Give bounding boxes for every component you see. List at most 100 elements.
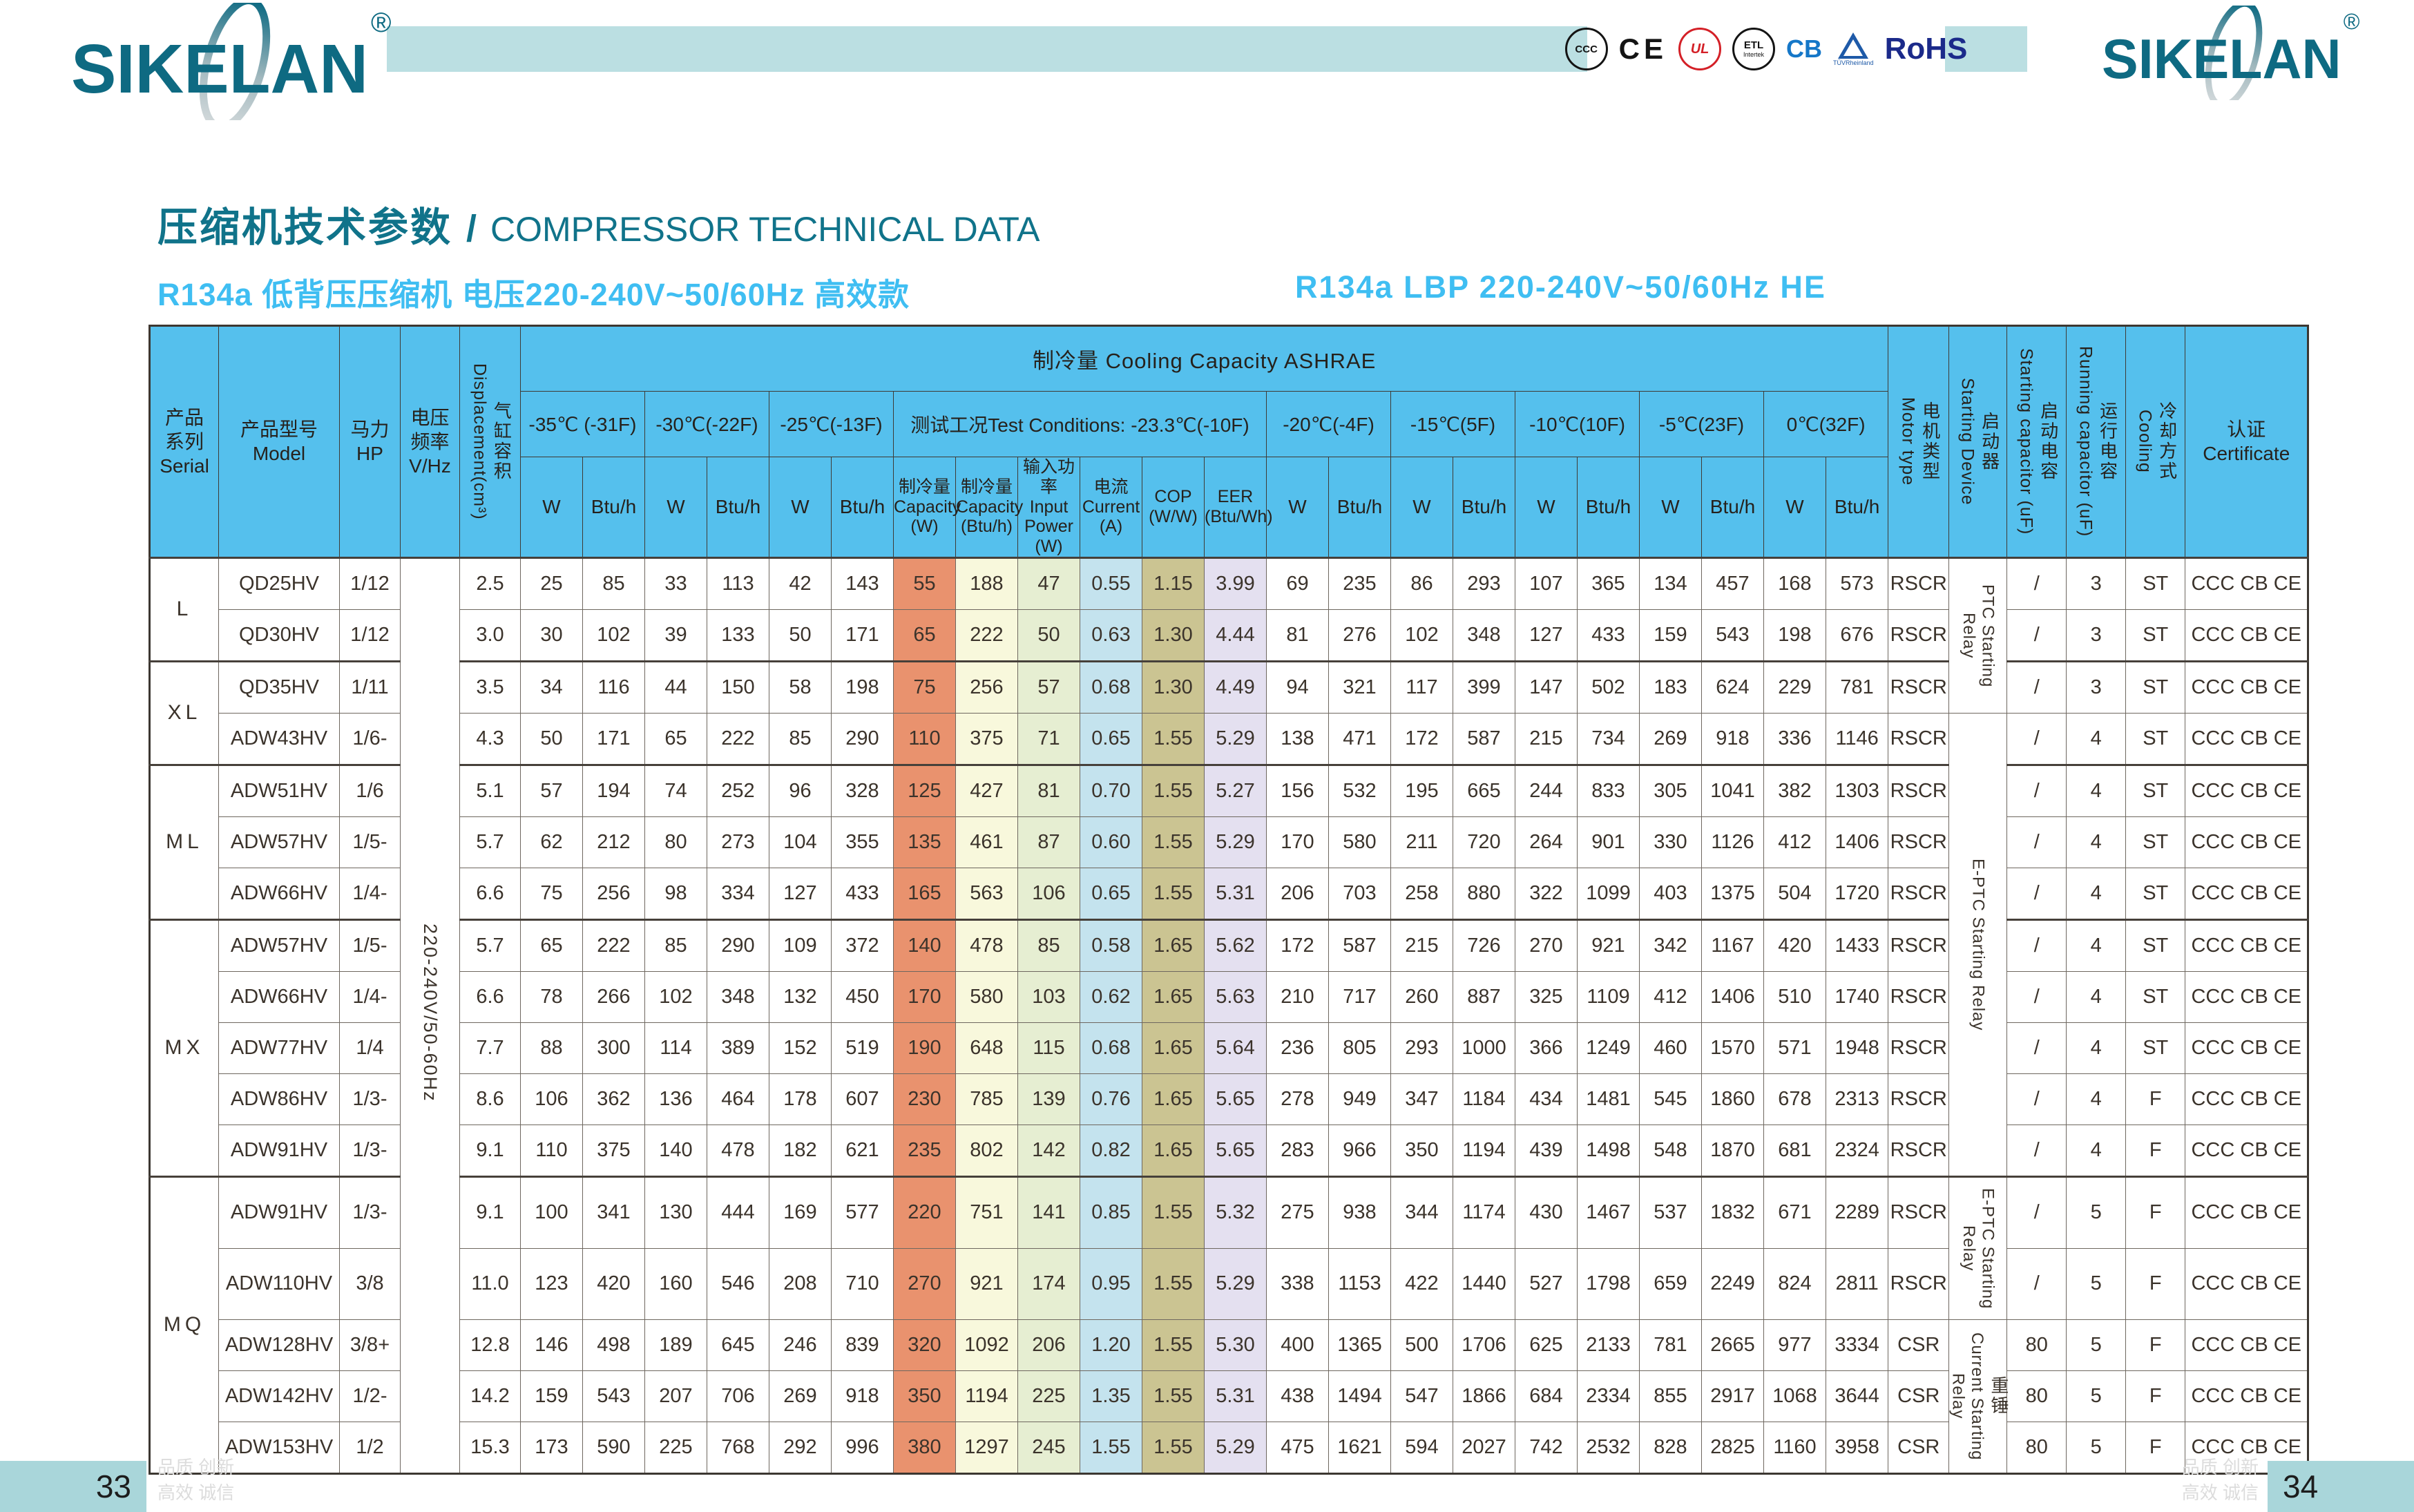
test-cop-cell: 1.55 [1142,1421,1205,1474]
capacity-cell: 590 [582,1421,645,1474]
certificate-cell: CCC CB CE [2185,556,2309,610]
capacity-cell: 98 [644,867,707,920]
capacity-cell: 1498 [1577,1124,1640,1177]
tuv-icon: TÜVRheinland [1833,32,1874,66]
test-capacity-w-cell: 75 [893,660,956,714]
test-eer-cell: 5.29 [1204,1247,1267,1320]
test-capacity-w-cell: 55 [893,556,956,610]
capacity-cell: 734 [1577,712,1640,765]
capacity-cell: 138 [1266,712,1329,765]
capacity-cell: 2289 [1825,1175,1889,1249]
capacity-cell: 676 [1825,609,1889,662]
capacity-cell: 198 [831,660,894,714]
displacement-cell: 3.5 [459,660,521,714]
capacity-cell: 720 [1453,816,1515,868]
starting-capacitor-cell: 80 [2006,1370,2067,1422]
capacity-cell: 50 [520,712,583,765]
test-current-cell: 0.68 [1080,1022,1142,1074]
capacity-cell: 365 [1577,556,1640,610]
capacity-cell: 548 [1639,1124,1702,1177]
capacity-cell: 146 [520,1319,583,1371]
capacity-cell: 1720 [1825,867,1889,920]
capacity-cell: 102 [582,609,645,662]
test-eer-cell: 5.63 [1204,970,1267,1023]
test-capacity-btu-cell: 785 [955,1073,1018,1125]
header-temp--5: -5℃(23F) [1639,391,1764,457]
capacity-cell: 438 [1266,1370,1329,1422]
test-cop-cell: 1.55 [1142,1247,1205,1320]
starting-device-label-en: PTC Starting Relay [1959,584,1998,687]
label: Input [1029,497,1069,517]
table-row: ADW128HV 3/8+ 12.8 146 498 189 645 246 839 320 109… [150,1319,2309,1474]
capacity-cell: 1194 [1453,1124,1515,1177]
capacity-cell: 532 [1328,763,1391,817]
test-capacity-btu-cell: 751 [955,1175,1018,1249]
cooling-method-cell: ST [2125,816,2186,868]
hp-cell: 1/3- [339,1073,401,1125]
capacity-cell: 325 [1515,970,1578,1023]
capacity-cell: 110 [520,1124,583,1177]
hp-cell: 1/6 [339,763,401,817]
capacity-cell: 375 [582,1124,645,1177]
capacity-cell: 433 [1577,609,1640,662]
test-capacity-w-cell: 220 [893,1175,956,1249]
model-cell: QD25HV [218,556,340,610]
capacity-cell: 273 [707,816,769,868]
header-unit-w: W [1266,457,1329,558]
displacement-cell: 6.6 [459,970,521,1023]
capacity-cell: 502 [1577,660,1640,714]
cooling-method-cell: F [2125,1124,2186,1177]
tuv-label: TÜVRheinland [1833,59,1874,66]
test-current-cell: 0.85 [1080,1175,1142,1249]
capacity-cell: 104 [769,816,832,868]
header-unit-btu: Btu/h [1577,457,1640,558]
capacity-cell: 1109 [1577,970,1640,1023]
hp-cell: 1/12 [339,609,401,662]
capacity-cell: 62 [520,816,583,868]
capacity-cell: 2532 [1577,1421,1640,1474]
capacity-cell: 966 [1328,1124,1391,1177]
capacity-cell: 81 [1266,609,1329,662]
header-starting-capacitor: Starting capacitor (uF) 启动电容 [2006,325,2067,558]
capacity-cell: 678 [1763,1073,1826,1125]
test-capacity-btu-cell: 256 [955,660,1018,714]
capacity-cell: 422 [1390,1247,1453,1320]
capacity-cell: 372 [831,918,894,972]
capacity-cell: 3334 [1825,1319,1889,1371]
capacity-cell: 211 [1390,816,1453,868]
label: Capacity [956,497,1024,517]
cooling-method-cell: F [2125,1073,2186,1125]
capacity-cell: 949 [1328,1073,1391,1125]
test-input-power-cell: 106 [1017,867,1080,920]
capacity-cell: 222 [582,918,645,972]
test-current-cell: 1.20 [1080,1319,1142,1371]
displacement-cell: 6.6 [459,867,521,920]
serial-group-cell: L [149,556,219,662]
model-cell: ADW110HV [218,1247,340,1320]
header-cool-en: Cooling [2135,410,2155,474]
header-serial: 产品 系列 Serial [149,325,219,558]
certificate-cell: CCC CB CE [2185,1073,2309,1125]
test-eer-cell: 5.65 [1204,1073,1267,1125]
capacity-cell: 206 [1266,867,1329,920]
capacity-cell: 256 [582,867,645,920]
capacity-cell: 278 [1266,1073,1329,1125]
test-eer-cell: 5.27 [1204,763,1267,817]
label: 电流 [1093,477,1129,497]
header-serial-en: Serial [160,454,209,477]
test-input-power-cell: 103 [1017,970,1080,1023]
capacity-cell: 169 [769,1175,832,1249]
starting-device-label-en: E-PTC Starting Relay [1959,1187,1998,1309]
capacity-cell: 50 [769,609,832,662]
capacity-cell: 283 [1266,1124,1329,1177]
capacity-cell: 2917 [1701,1370,1764,1422]
displacement-cell: 7.7 [459,1022,521,1074]
capacity-cell: 2811 [1825,1247,1889,1320]
certificate-cell: CCC CB CE [2185,970,2309,1023]
test-current-cell: 0.58 [1080,918,1142,972]
capacity-cell: 805 [1328,1022,1391,1074]
capacity-cell: 160 [644,1247,707,1320]
capacity-cell: 587 [1453,712,1515,765]
capacity-cell: 1870 [1701,1124,1764,1177]
header-unit-btu: Btu/h [1453,457,1515,558]
